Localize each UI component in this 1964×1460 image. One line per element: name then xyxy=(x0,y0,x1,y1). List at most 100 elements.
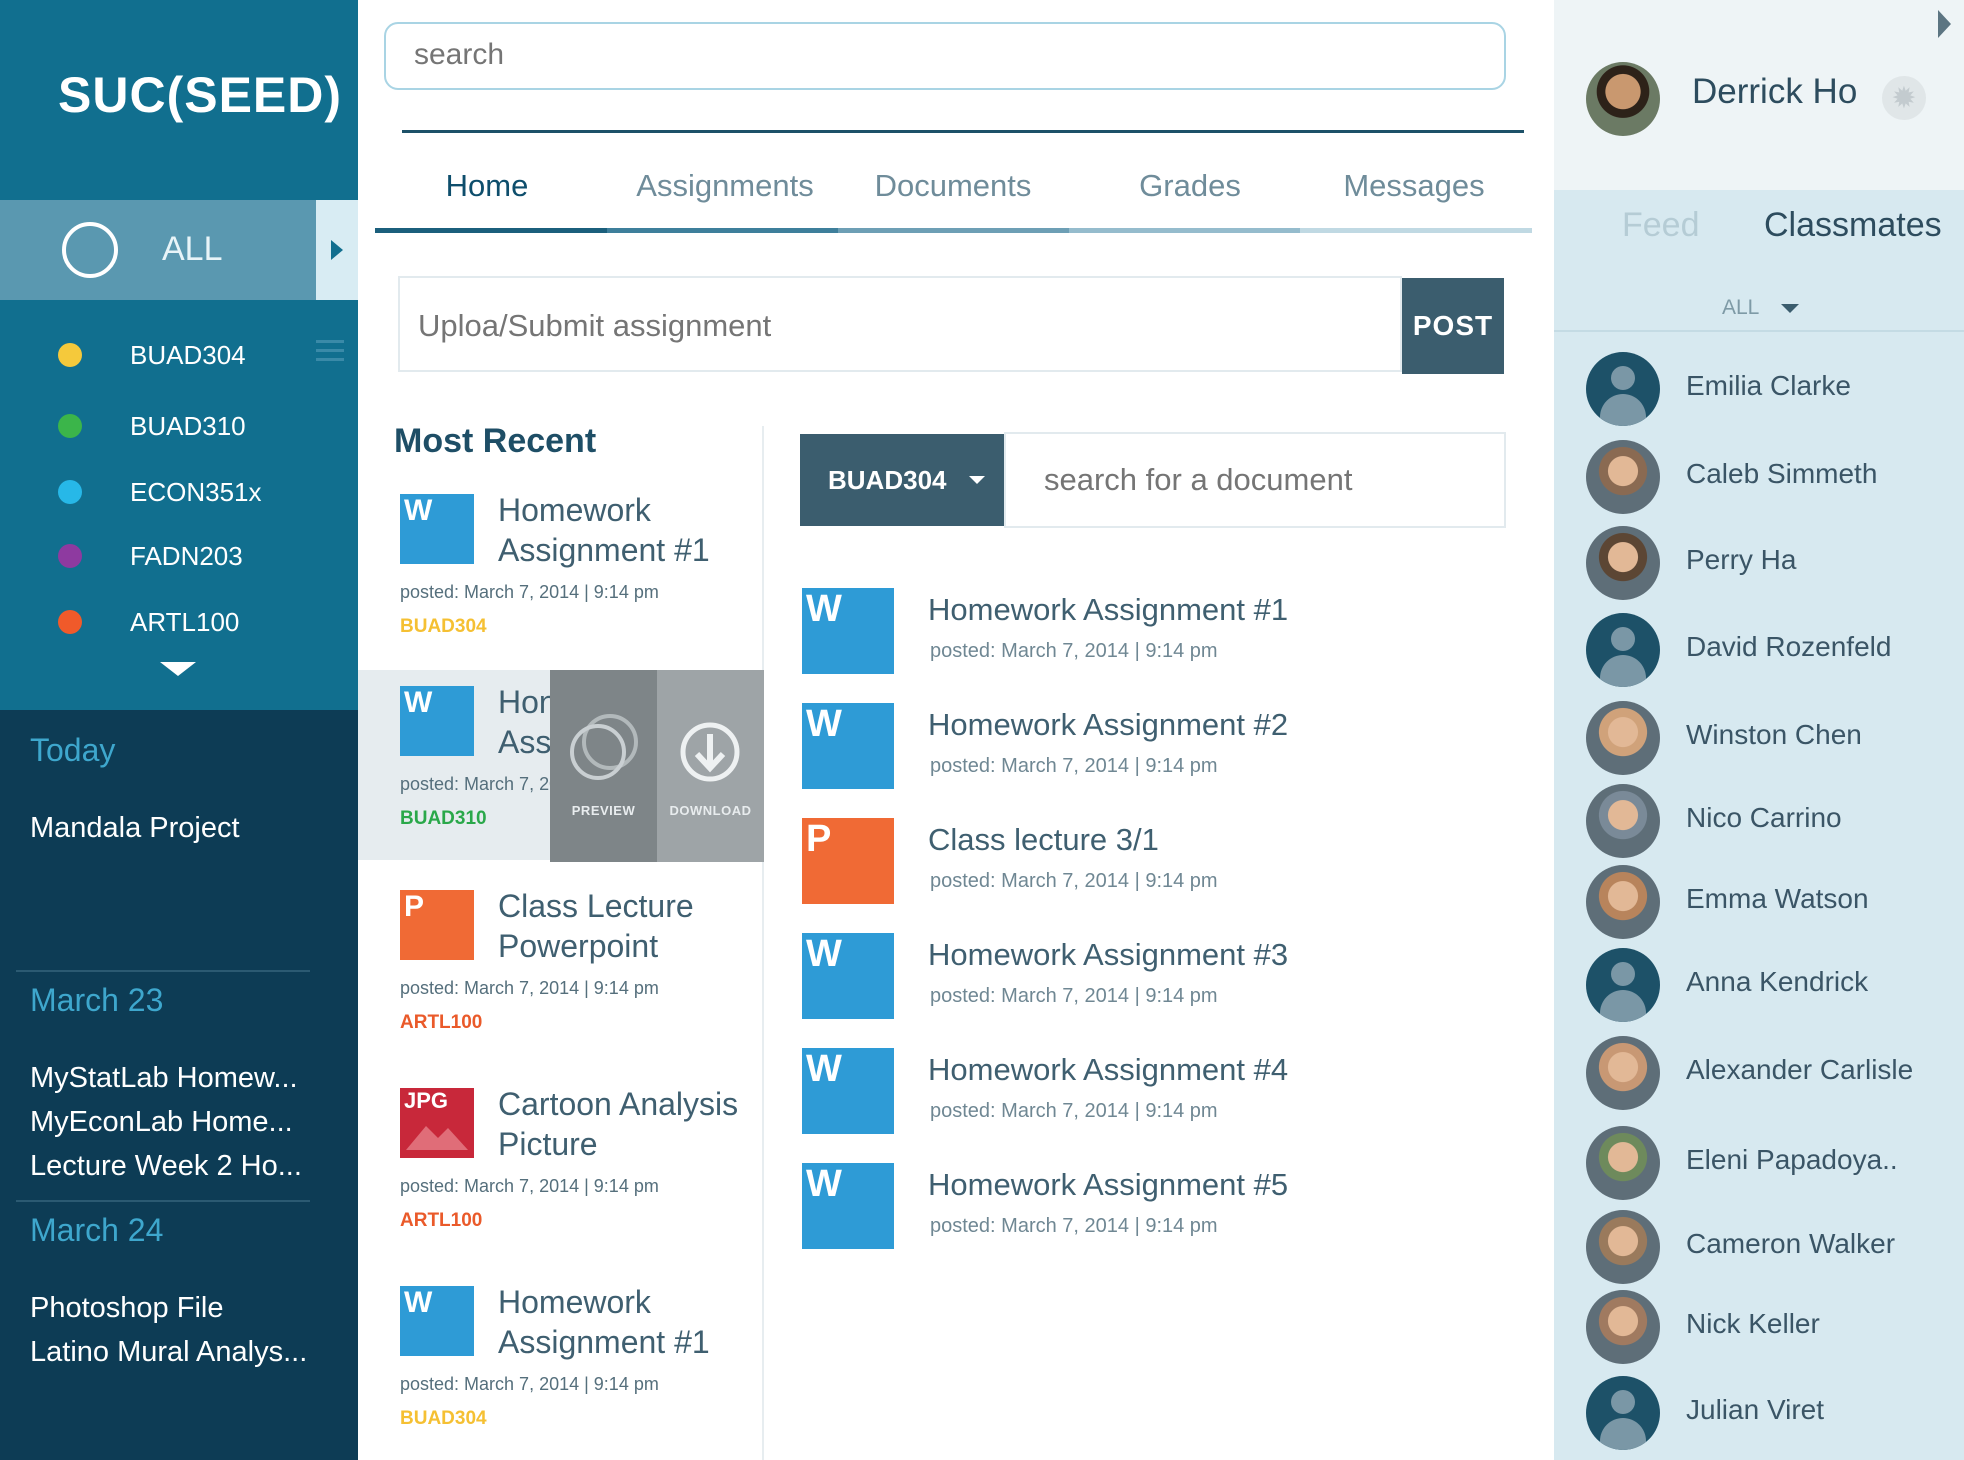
classmate-row[interactable]: Nico Carrino xyxy=(1554,782,1964,858)
classmates-filter-dropdown[interactable]: ALL xyxy=(1722,296,1800,320)
recent-item[interactable]: W Homework Assignment #1 posted: March 7,… xyxy=(358,1270,764,1460)
tab-documents[interactable]: Documents xyxy=(838,168,1068,204)
classmate-row[interactable]: Caleb Simmeth xyxy=(1554,438,1964,514)
drag-handle-icon[interactable] xyxy=(316,340,344,362)
classmate-row[interactable]: Julian Viret xyxy=(1554,1374,1964,1450)
classmate-row[interactable]: Cameron Walker xyxy=(1554,1208,1964,1284)
upload-box[interactable] xyxy=(398,276,1402,372)
classmate-row[interactable]: Eleni Papadoya.. xyxy=(1554,1124,1964,1200)
recent-item-course: ARTL100 xyxy=(400,1210,483,1231)
classmate-row[interactable]: David Rozenfeld xyxy=(1554,611,1964,687)
classmate-row[interactable]: Nick Keller xyxy=(1554,1288,1964,1364)
preview-button[interactable]: PREVIEW xyxy=(550,670,657,862)
document-search[interactable] xyxy=(1004,432,1506,528)
word-file-icon: W xyxy=(802,933,894,1019)
avatar xyxy=(1586,1210,1660,1284)
global-search[interactable] xyxy=(384,22,1506,90)
schedule-panel: Today Mandala Project March 23 MyStatLab… xyxy=(0,710,358,1460)
tab-grades[interactable]: Grades xyxy=(1075,168,1305,204)
recent-item-posted: posted: March 7, 201 xyxy=(400,774,570,794)
post-button[interactable]: POST xyxy=(1402,278,1504,374)
classmate-row[interactable]: Winston Chen xyxy=(1554,699,1964,775)
gear-icon[interactable]: ✹ xyxy=(1882,76,1926,120)
word-file-icon: W xyxy=(400,494,474,564)
word-file-icon: W xyxy=(400,1286,474,1356)
document-row[interactable]: W Homework Assignment #4 posted: March 7… xyxy=(802,1048,1506,1148)
document-posted: posted: March 7, 2014 | 9:14 pm xyxy=(930,1100,1218,1122)
left-sidebar: SUC(SEED) ALL BUAD304 BUAD310 ECON351x F… xyxy=(0,0,358,1460)
recent-item[interactable]: JPG Cartoon Analysis Picture posted: Marc… xyxy=(358,1072,764,1262)
tab-assignments[interactable]: Assignments xyxy=(610,168,840,204)
sidebar-course-artl100[interactable]: ARTL100 xyxy=(0,601,358,641)
document-row[interactable]: W Homework Assignment #5 posted: March 7… xyxy=(802,1163,1506,1263)
course-filter-label: BUAD304 xyxy=(828,464,947,495)
recent-item-course: BUAD304 xyxy=(400,1408,487,1429)
sidebar-course-buad310[interactable]: BUAD310 xyxy=(0,405,358,445)
classmate-name: Cameron Walker xyxy=(1686,1228,1896,1259)
tab-messages[interactable]: Messages xyxy=(1299,168,1529,204)
schedule-item[interactable]: Mandala Project xyxy=(30,812,240,845)
search-input[interactable] xyxy=(414,38,1474,72)
classmate-row[interactable]: Perry Ha xyxy=(1554,524,1964,600)
document-row[interactable]: W Homework Assignment #2 posted: March 7… xyxy=(802,703,1506,803)
recent-item-posted: posted: March 7, 2014 | 9:14 pm xyxy=(400,582,659,602)
classmate-row[interactable]: Alexander Carlisle xyxy=(1554,1034,1964,1110)
tab-feed[interactable]: Feed xyxy=(1622,206,1700,245)
download-button[interactable]: DOWNLOAD xyxy=(657,670,764,862)
tab-classmates[interactable]: Classmates xyxy=(1764,206,1942,245)
document-title: Homework Assignment #5 xyxy=(928,1167,1289,1202)
document-search-input[interactable] xyxy=(1044,462,1484,498)
word-file-icon: W xyxy=(802,703,894,789)
app-logo[interactable]: SUC(SEED) xyxy=(58,66,342,124)
avatar[interactable] xyxy=(1586,62,1660,136)
upload-input[interactable] xyxy=(418,308,1358,344)
schedule-item[interactable]: MyStatLab Homew... xyxy=(30,1062,298,1095)
sidebar-course-econ351x[interactable]: ECON351x xyxy=(0,471,358,511)
recent-item-course: ARTL100 xyxy=(400,1012,483,1033)
course-label: BUAD310 xyxy=(130,411,246,441)
document-row[interactable]: W Homework Assignment #3 posted: March 7… xyxy=(802,933,1506,1033)
classmate-row[interactable]: Emilia Clarke xyxy=(1554,350,1964,426)
download-icon xyxy=(680,722,740,782)
schedule-item[interactable]: Latino Mural Analys... xyxy=(30,1336,307,1369)
classmate-name: Julian Viret xyxy=(1686,1394,1825,1425)
recent-item-course: BUAD304 xyxy=(400,616,487,637)
schedule-item[interactable]: Lecture Week 2 Ho... xyxy=(30,1150,302,1183)
course-filter-all[interactable]: ALL xyxy=(0,200,316,300)
word-file-icon: W xyxy=(802,1163,894,1249)
document-posted: posted: March 7, 2014 | 9:14 pm xyxy=(930,985,1218,1007)
classmate-row[interactable]: Emma Watson xyxy=(1554,863,1964,939)
tab-underline xyxy=(1300,228,1532,233)
tab-home[interactable]: Home xyxy=(372,168,602,204)
right-panel: Derrick Ho ✹ Feed Classmates ALL Emilia … xyxy=(1554,0,1964,1460)
preview-label: PREVIEW xyxy=(571,803,636,818)
word-file-icon: W xyxy=(802,1048,894,1134)
course-color-dot xyxy=(58,480,82,504)
recent-item[interactable]: W Homework Assignment #1 posted: March 7,… xyxy=(358,478,764,668)
classmate-name: Anna Kendrick xyxy=(1686,966,1869,997)
hover-actions: PREVIEW DOWNLOAD xyxy=(550,670,764,862)
chevron-down-icon[interactable] xyxy=(160,662,196,676)
document-row[interactable]: W Homework Assignment #1 posted: March 7… xyxy=(802,588,1506,688)
recent-item[interactable]: P Class Lecture Powerpoint posted: March … xyxy=(358,874,764,1064)
classmate-name: Caleb Simmeth xyxy=(1686,458,1878,489)
expand-sidebar-button[interactable] xyxy=(316,200,358,300)
course-color-dot xyxy=(58,544,82,568)
collapse-panel-icon[interactable] xyxy=(1938,10,1951,38)
schedule-divider xyxy=(16,970,310,972)
course-label: BUAD304 xyxy=(130,340,246,370)
avatar xyxy=(1586,613,1660,687)
schedule-divider xyxy=(16,1200,310,1202)
document-posted: posted: March 7, 2014 | 9:14 pm xyxy=(930,870,1218,892)
course-filter-dropdown[interactable]: BUAD304 xyxy=(800,434,1004,526)
classmate-row[interactable]: Anna Kendrick xyxy=(1554,946,1964,1022)
sidebar-course-fadn203[interactable]: FADN203 xyxy=(0,535,358,575)
classmate-name: Emilia Clarke xyxy=(1686,370,1851,401)
document-title: Homework Assignment #1 xyxy=(928,592,1289,627)
sidebar-course-buad304[interactable]: BUAD304 xyxy=(0,334,358,374)
document-row[interactable]: P Class lecture 3/1 posted: March 7, 201… xyxy=(802,818,1506,918)
schedule-item[interactable]: Photoshop File xyxy=(30,1292,223,1325)
recent-item-course: BUAD310 xyxy=(400,808,487,829)
schedule-item[interactable]: MyEconLab Home... xyxy=(30,1106,293,1139)
profile-name[interactable]: Derrick Ho xyxy=(1692,72,1857,112)
